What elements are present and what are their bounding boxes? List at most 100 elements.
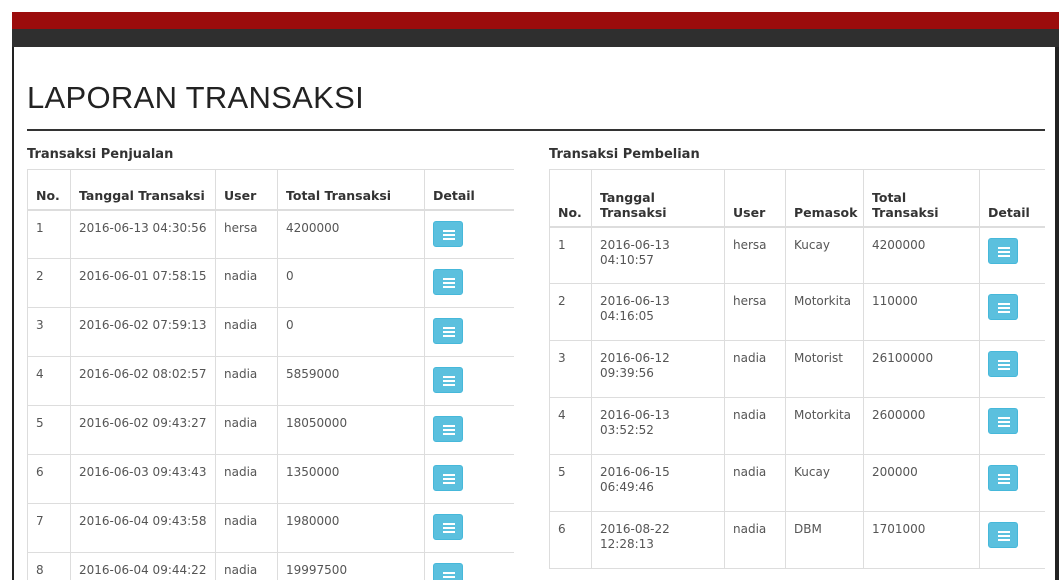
- cell-tanggal: 2016-06-01 07:58:15: [70, 258, 216, 308]
- col-header-tanggal: Tanggal Transaksi: [70, 169, 216, 211]
- cell-no: 3: [27, 307, 71, 357]
- cell-pemasok: Kucay: [785, 226, 864, 284]
- col-header-no: No.: [549, 169, 592, 228]
- col-header-no: No.: [27, 169, 71, 211]
- cell-no: 8: [27, 552, 71, 580]
- cell-total: 1980000: [277, 503, 425, 553]
- table-row: 6 2016-08-22 12:28:13 nadia DBM 1701000: [549, 511, 1045, 569]
- cell-tanggal: 2016-06-15 06:49:46: [591, 454, 725, 512]
- cell-no: 5: [27, 405, 71, 455]
- cell-total: 2600000: [863, 397, 980, 455]
- detail-button[interactable]: [433, 269, 463, 295]
- pembelian-table-panel: No. Tanggal Transaksi User Pemasok Total…: [549, 169, 1045, 580]
- cell-detail: [424, 503, 514, 553]
- table-row: 5 2016-06-02 09:43:27 nadia 18050000: [27, 405, 514, 455]
- cell-user: nadia: [215, 356, 278, 406]
- cell-detail: [424, 454, 514, 504]
- col-header-user: User: [215, 169, 278, 211]
- cell-user: nadia: [215, 405, 278, 455]
- col-header-user: User: [724, 169, 786, 228]
- detail-button[interactable]: [433, 367, 463, 393]
- table-row: 1 2016-06-13 04:10:57 hersa Kucay 4200000: [549, 226, 1045, 284]
- list-icon: [998, 474, 1010, 484]
- table-row: 7 2016-06-04 09:43:58 nadia 1980000: [27, 503, 514, 553]
- title-divider: [27, 129, 1045, 131]
- table-row: 6 2016-06-03 09:43:43 nadia 1350000: [27, 454, 514, 504]
- pembelian-section-title: Transaksi Pembelian: [549, 147, 700, 162]
- table-row: 2 2016-06-01 07:58:15 nadia 0: [27, 258, 514, 308]
- list-icon: [998, 303, 1010, 313]
- cell-tanggal: 2016-06-12 09:39:56: [591, 340, 725, 398]
- cell-detail: [424, 258, 514, 308]
- detail-button[interactable]: [988, 465, 1018, 491]
- top-navbar: [12, 29, 1059, 47]
- cell-detail: [979, 340, 1045, 398]
- table-row: 5 2016-06-15 06:49:46 nadia Kucay 200000: [549, 454, 1045, 512]
- cell-tanggal: 2016-06-13 04:30:56: [70, 209, 216, 259]
- cell-pemasok: Motorkita: [785, 283, 864, 341]
- cell-total: 1701000: [863, 511, 980, 569]
- detail-button[interactable]: [988, 351, 1018, 377]
- cell-user: nadia: [724, 397, 786, 455]
- table-row: 3 2016-06-02 07:59:13 nadia 0: [27, 307, 514, 357]
- cell-tanggal: 2016-06-02 08:02:57: [70, 356, 216, 406]
- cell-total: 4200000: [863, 226, 980, 284]
- list-icon: [998, 360, 1010, 370]
- detail-button[interactable]: [433, 318, 463, 344]
- detail-button[interactable]: [433, 220, 463, 247]
- cell-tanggal: 2016-06-13 04:16:05: [591, 283, 725, 341]
- cell-user: nadia: [215, 552, 278, 580]
- cell-no: 6: [27, 454, 71, 504]
- col-header-detail: Detail: [424, 169, 514, 211]
- cell-user: hersa: [724, 283, 786, 341]
- list-icon: [443, 474, 455, 484]
- cell-detail: [424, 209, 514, 259]
- cell-detail: [979, 454, 1045, 512]
- cell-detail: [424, 356, 514, 406]
- detail-button[interactable]: [988, 294, 1018, 320]
- col-header-total: Total Transaksi: [863, 169, 980, 228]
- cell-detail: [979, 511, 1045, 569]
- cell-user: hersa: [724, 226, 786, 284]
- list-icon: [443, 229, 455, 240]
- table-row: 2 2016-06-13 04:16:05 hersa Motorkita 110000: [549, 283, 1045, 341]
- pembelian-table: No. Tanggal Transaksi User Pemasok Total…: [549, 169, 1045, 569]
- col-header-tanggal: Tanggal Transaksi: [591, 169, 725, 228]
- cell-pemasok: Kucay: [785, 454, 864, 512]
- cell-detail: [979, 283, 1045, 341]
- cell-user: nadia: [724, 511, 786, 569]
- cell-total: 5859000: [277, 356, 425, 406]
- detail-button[interactable]: [988, 522, 1018, 548]
- cell-pemasok: Motorist: [785, 340, 864, 398]
- list-icon: [443, 278, 455, 288]
- cell-detail: [424, 405, 514, 455]
- col-header-pemasok: Pemasok: [785, 169, 864, 228]
- cell-total: 110000: [863, 283, 980, 341]
- cell-no: 6: [549, 511, 592, 569]
- cell-pemasok: Motorkita: [785, 397, 864, 455]
- detail-button[interactable]: [988, 408, 1018, 434]
- window-border-left: [12, 47, 14, 580]
- cell-detail: [979, 226, 1045, 284]
- list-icon: [443, 425, 455, 435]
- cell-user: nadia: [724, 454, 786, 512]
- cell-user: nadia: [215, 258, 278, 308]
- penjualan-section-title: Transaksi Penjualan: [27, 147, 174, 162]
- cell-user: nadia: [215, 454, 278, 504]
- detail-button[interactable]: [433, 563, 463, 580]
- detail-button[interactable]: [433, 514, 463, 540]
- cell-total: 0: [277, 258, 425, 308]
- cell-tanggal: 2016-06-13 03:52:52: [591, 397, 725, 455]
- table-row: 1 2016-06-13 04:30:56 hersa 4200000: [27, 209, 514, 259]
- cell-total: 0: [277, 307, 425, 357]
- cell-user: nadia: [215, 503, 278, 553]
- list-icon: [443, 572, 455, 580]
- detail-button[interactable]: [988, 237, 1018, 264]
- cell-tanggal: 2016-06-04 09:43:58: [70, 503, 216, 553]
- cell-no: 3: [549, 340, 592, 398]
- cell-user: nadia: [724, 340, 786, 398]
- cell-total: 200000: [863, 454, 980, 512]
- detail-button[interactable]: [433, 416, 463, 442]
- detail-button[interactable]: [433, 465, 463, 491]
- cell-no: 1: [549, 226, 592, 284]
